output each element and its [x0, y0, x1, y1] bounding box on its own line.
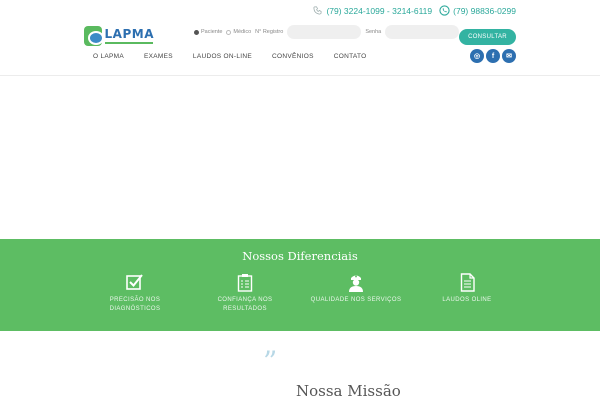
logo-tagline-bar — [104, 42, 153, 44]
mission-title: Nossa Missão — [296, 382, 401, 400]
radio-paciente[interactable]: Paciente — [194, 29, 222, 35]
differential-item: LAUDOS OLINE — [417, 273, 517, 305]
differential-label: LAUDOS OLINE — [442, 297, 492, 303]
nav-convenios[interactable]: CONVÊNIOS — [272, 53, 314, 60]
logo-mark-icon — [84, 26, 104, 46]
radio-medico[interactable]: Médico — [226, 29, 251, 35]
differential-label: CONFIANÇA NOS — [217, 297, 273, 303]
senha-input[interactable] — [385, 25, 460, 39]
consult-button[interactable]: CONSULTAR — [459, 29, 516, 45]
radio-selected-icon — [194, 29, 199, 35]
radio-unselected-icon — [226, 29, 232, 35]
logo[interactable]: LAPMA — [84, 25, 154, 47]
instagram-icon[interactable]: ◎ — [470, 49, 484, 63]
differential-item: CONFIANÇA NOS RESULTADOS — [195, 273, 295, 314]
contact-bar: (79) 3224-1099 - 3214-6119 (79) 98836-02… — [313, 5, 516, 16]
differential-label: PRECISÃO NOS — [109, 297, 161, 303]
quote-icon: ” — [263, 345, 278, 378]
main-nav: O LAPMA EXAMES LAUDOS ON-LINE CONVÊNIOS … — [93, 53, 387, 60]
document-icon — [417, 273, 517, 293]
nav-exames[interactable]: EXAMES — [144, 53, 173, 60]
differential-label: RESULTADOS — [223, 306, 267, 312]
logo-name: LAPMA — [104, 27, 154, 41]
nurse-icon — [306, 273, 406, 293]
phone-icon — [313, 6, 322, 15]
differentials-title: Nossos Diferenciais — [242, 249, 358, 263]
login-form: Paciente Médico N° Registro Senha — [194, 25, 463, 39]
site-header: (79) 3224-1099 - 3214-6119 (79) 98836-02… — [0, 0, 600, 76]
nav-laudos-online[interactable]: LAUDOS ON-LINE — [193, 53, 252, 60]
radio-paciente-label: Paciente — [201, 29, 223, 35]
phone-number[interactable]: (79) 3224-1099 - 3214-6119 — [326, 6, 432, 16]
facebook-icon[interactable]: f — [486, 49, 500, 63]
nav-o-lapma[interactable]: O LAPMA — [93, 53, 124, 60]
differential-item: QUALIDADE NOS SERVIÇOS — [306, 273, 406, 305]
registro-input[interactable] — [287, 25, 362, 39]
nav-contato[interactable]: CONTATO — [334, 53, 367, 60]
differential-label: DIAGNÓSTICOS — [109, 306, 161, 312]
differential-label: QUALIDADE NOS SERVIÇOS — [310, 297, 402, 303]
differential-item: PRECISÃO NOS DIAGNÓSTICOS — [85, 273, 185, 314]
social-links: ◎ f ✉ — [470, 49, 516, 63]
registro-label: N° Registro — [255, 29, 284, 35]
hero-banner — [0, 77, 600, 239]
clipboard-icon — [195, 273, 295, 293]
radio-medico-label: Médico — [233, 29, 252, 35]
checkbox-icon — [85, 273, 185, 293]
whatsapp-number[interactable]: (79) 98836-0299 — [453, 6, 516, 16]
email-icon[interactable]: ✉ — [502, 49, 516, 63]
whatsapp-icon — [439, 5, 450, 16]
senha-label: Senha — [365, 29, 382, 35]
differentials-section: Nossos Diferenciais PRECISÃO NOS DIAGNÓS… — [0, 239, 600, 331]
